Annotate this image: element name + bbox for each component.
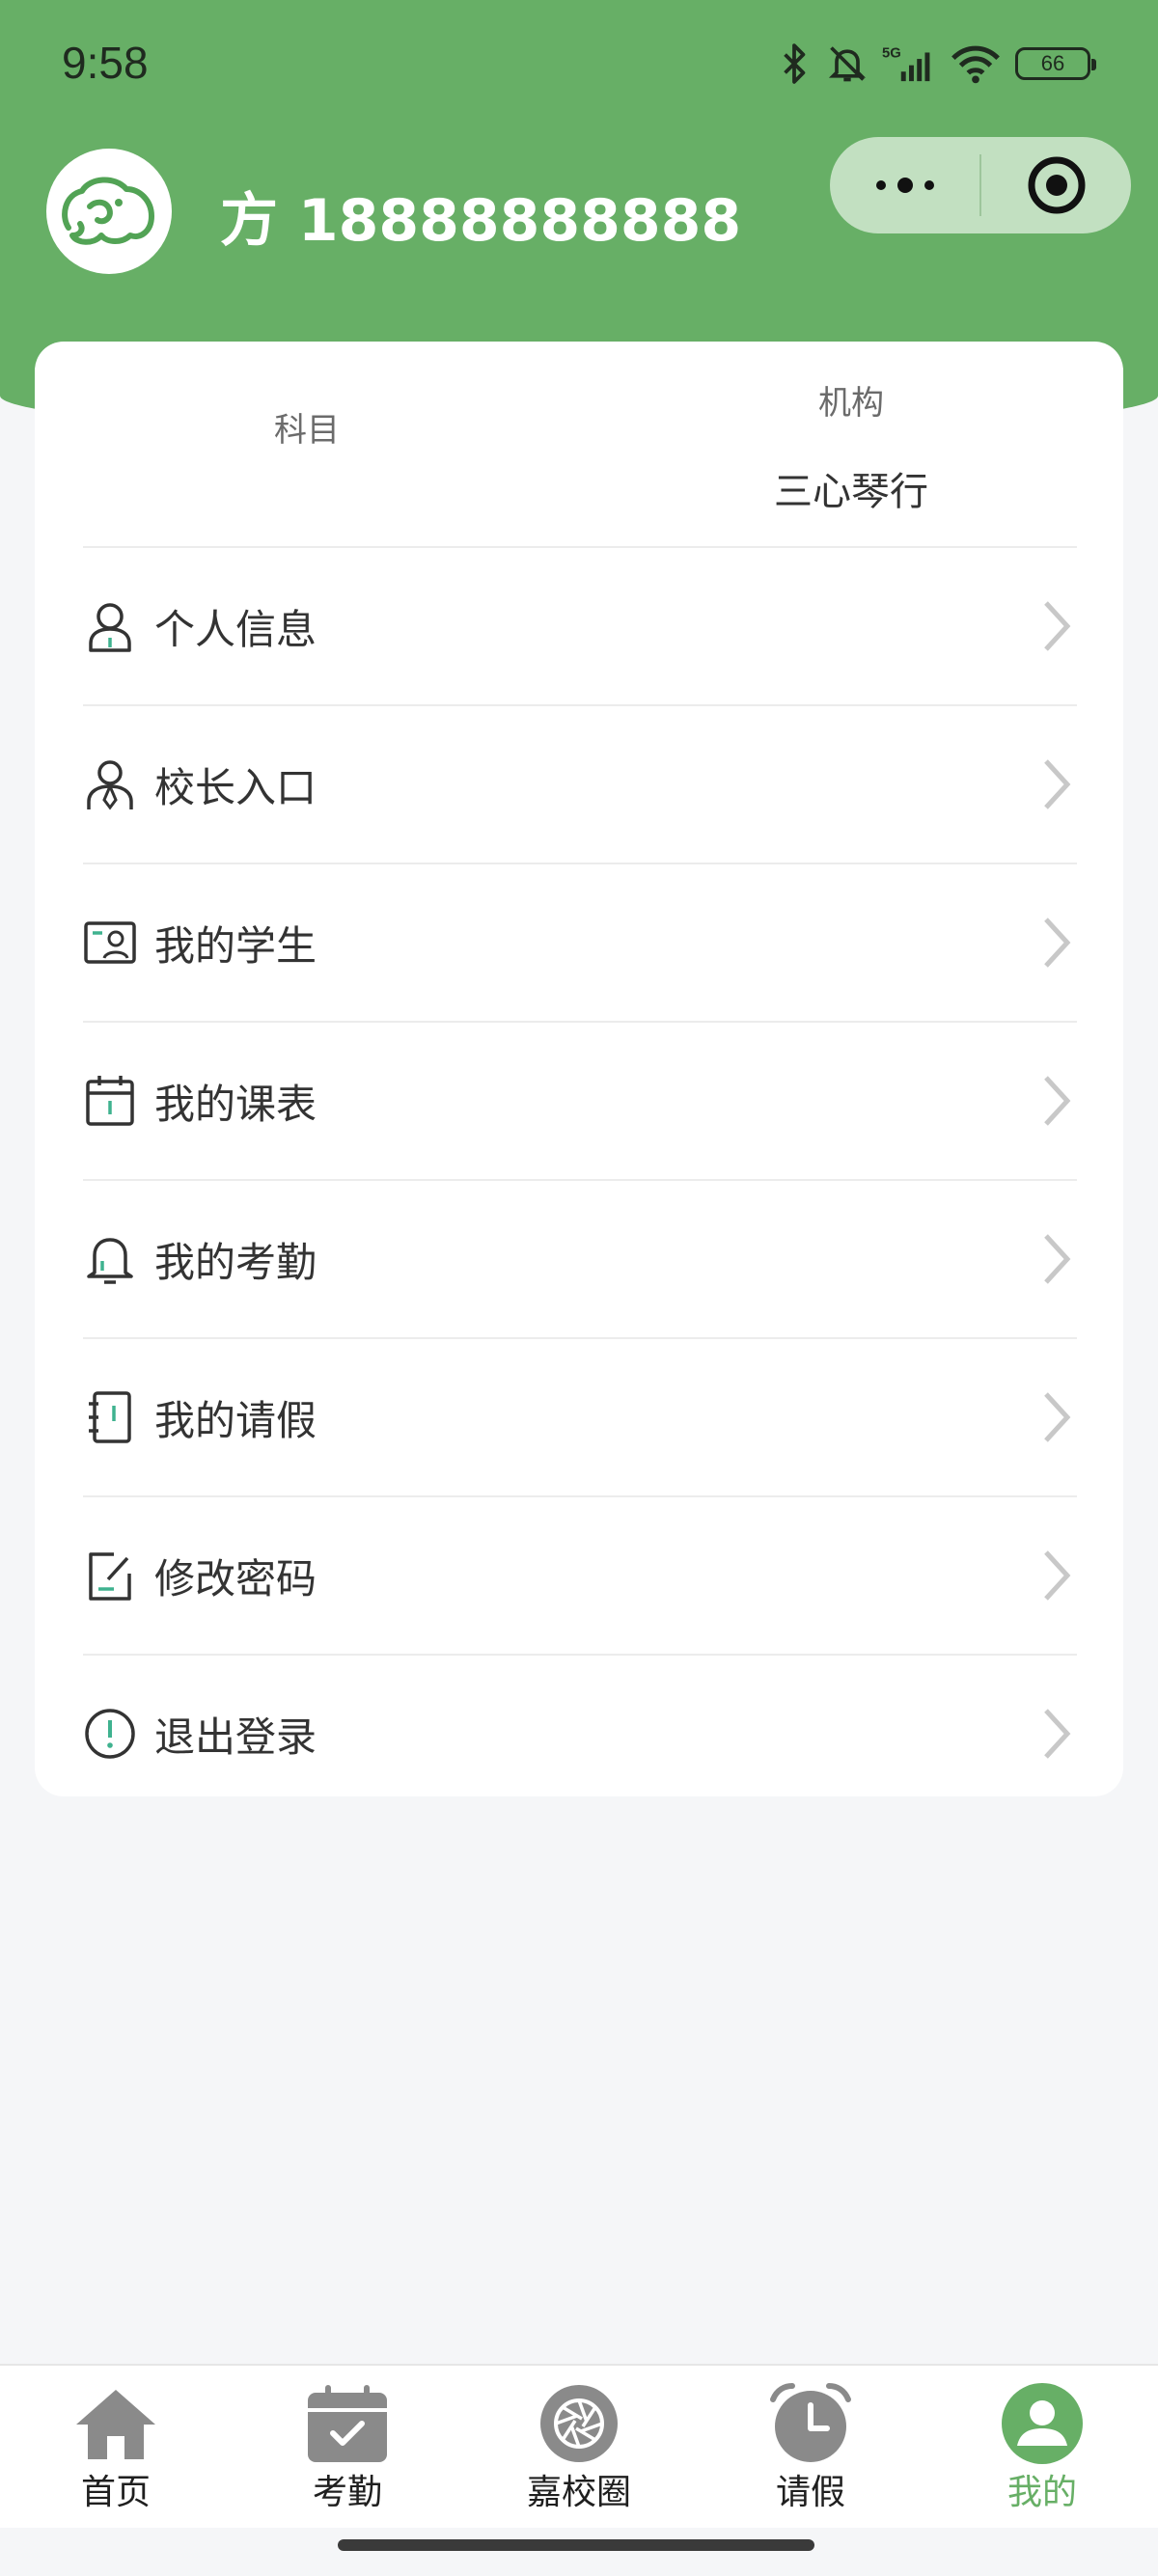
alert-circle-icon: [83, 1707, 137, 1761]
org-column: 机构 三心琴行: [579, 342, 1123, 516]
chevron-right-icon: [1044, 1709, 1071, 1759]
menu-item-my-schedule[interactable]: 我的课表: [83, 1021, 1077, 1179]
close-button[interactable]: [981, 137, 1131, 233]
notebook-icon: [83, 1390, 137, 1444]
battery-level: 66: [1040, 51, 1065, 75]
avatar[interactable]: [46, 149, 172, 274]
home-indicator: [338, 2539, 814, 2551]
battery-icon: 66: [1015, 47, 1096, 80]
bottom-tab-bar: 首页 考勤 嘉校圈 请假 我的: [0, 2364, 1158, 2528]
aperture-icon: [536, 2383, 622, 2464]
subject-label: 科目: [274, 411, 340, 450]
chevron-right-icon: [1044, 759, 1071, 809]
menu-item-label: 退出登录: [154, 1713, 317, 1761]
profile-card: 科目 机构 三心琴行 个人信息 校长入口 我的学生 我的课表 我的考勤 我的请假…: [35, 342, 1123, 1796]
5g-signal-icon: 5G: [882, 45, 930, 82]
menu-item-label: 我的考勤: [154, 1238, 317, 1286]
chevron-right-icon: [1044, 601, 1071, 651]
calendar-icon: [83, 1074, 137, 1128]
menu-item-my-attendance[interactable]: 我的考勤: [83, 1179, 1077, 1337]
bluetooth-icon: [784, 43, 806, 84]
subject-column: 科目: [35, 342, 579, 487]
svg-text:5G: 5G: [882, 45, 901, 61]
chevron-right-icon: [1044, 1234, 1071, 1284]
tab-attendance[interactable]: 考勤: [232, 2366, 463, 2528]
menu-item-label: 我的请假: [154, 1396, 317, 1444]
status-bar: 9:58 5G 66: [0, 0, 1158, 130]
tab-label: 首页: [80, 2473, 151, 2512]
wifi-icon: [951, 45, 1000, 84]
menu-item-label: 个人信息: [154, 605, 317, 653]
calendar-check-icon: [304, 2383, 391, 2464]
status-time: 9:58: [62, 38, 149, 88]
status-icons: 5G 66: [776, 42, 1096, 85]
id-card-icon: [83, 916, 137, 970]
alarm-clock-icon: [767, 2383, 854, 2464]
tab-label: 我的: [1006, 2473, 1077, 2512]
profile-summary: 科目 机构 三心琴行: [35, 342, 1123, 546]
tab-label: 请假: [775, 2473, 845, 2512]
menu-item-principal[interactable]: 校长入口: [83, 704, 1077, 863]
menu-item-change-password[interactable]: 修改密码: [83, 1495, 1077, 1654]
menu-list: 个人信息 校长入口 我的学生 我的课表 我的考勤 我的请假 修改密码 退出登录: [83, 546, 1077, 1812]
tab-campus-circle[interactable]: 嘉校圈: [463, 2366, 695, 2528]
tab-label: 考勤: [312, 2473, 382, 2512]
menu-item-label: 我的学生: [154, 921, 317, 970]
tab-label: 嘉校圈: [526, 2473, 631, 2512]
principal-icon: [83, 757, 137, 811]
edit-icon: [83, 1548, 137, 1603]
user-name: 方 18888888888: [220, 187, 742, 255]
org-value: 三心琴行: [774, 470, 928, 514]
mini-program-capsule: [830, 137, 1131, 233]
menu-item-personal-info[interactable]: 个人信息: [83, 546, 1077, 704]
menu-item-label: 我的课表: [154, 1080, 317, 1128]
menu-item-logout[interactable]: 退出登录: [83, 1654, 1077, 1812]
tab-home[interactable]: 首页: [0, 2366, 232, 2528]
chevron-right-icon: [1044, 1392, 1071, 1442]
chevron-right-icon: [1044, 1076, 1071, 1126]
menu-item-label: 校长入口: [154, 763, 317, 811]
chevron-right-icon: [1044, 918, 1071, 968]
menu-item-label: 修改密码: [154, 1554, 317, 1603]
org-label: 机构: [818, 384, 884, 423]
chevron-right-icon: [1044, 1550, 1071, 1601]
bell-icon: [83, 1232, 137, 1286]
tab-mine[interactable]: 我的: [926, 2366, 1158, 2528]
bell-off-icon: [828, 46, 867, 82]
target-circle-icon: [1028, 156, 1085, 214]
home-icon: [72, 2383, 159, 2464]
more-dots-icon: [875, 178, 934, 193]
user-circle-icon: [999, 2383, 1086, 2464]
person-icon: [83, 599, 137, 653]
menu-item-my-students[interactable]: 我的学生: [83, 863, 1077, 1021]
elephant-logo-icon: [62, 177, 154, 245]
tab-leave[interactable]: 请假: [695, 2366, 926, 2528]
more-button[interactable]: [830, 137, 979, 233]
menu-item-my-leave[interactable]: 我的请假: [83, 1337, 1077, 1495]
